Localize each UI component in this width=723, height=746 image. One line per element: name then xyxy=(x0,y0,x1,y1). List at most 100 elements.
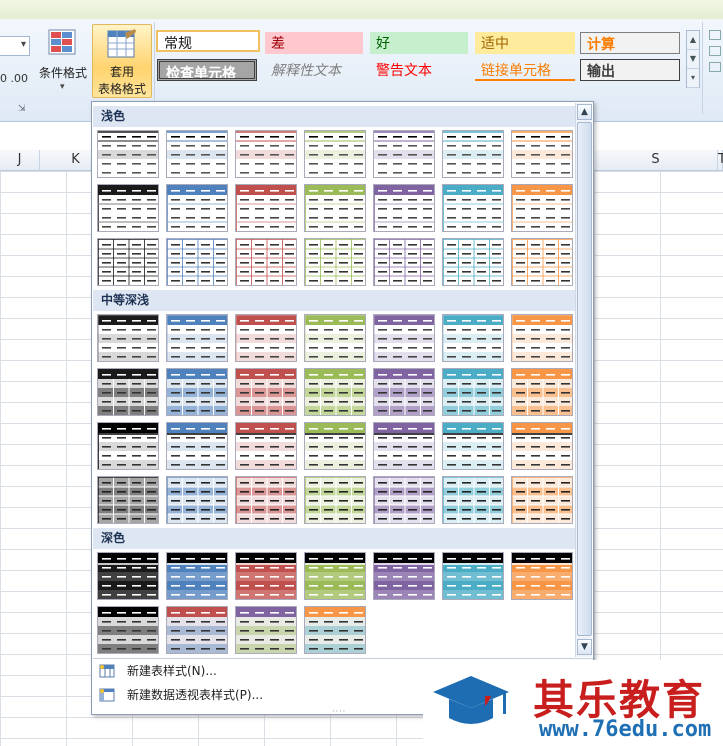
table-style-light-grid-green[interactable] xyxy=(304,238,366,286)
table-style-light-header-orange[interactable] xyxy=(511,184,573,232)
table-style-dark-alt-black[interactable] xyxy=(97,606,159,654)
format-as-table-button[interactable]: 套用 表格格式 xyxy=(92,24,152,98)
chevron-down-icon: ▾ xyxy=(60,82,65,92)
style-good[interactable]: 好 xyxy=(370,32,468,54)
table-style-med-dark-header-blue[interactable] xyxy=(166,422,228,470)
scrollbar-thumb[interactable] xyxy=(577,122,592,636)
conditional-format-button[interactable]: 条件格式 ▾ xyxy=(34,24,92,96)
table-style-dark-full-green[interactable] xyxy=(304,552,366,600)
table-style-med-banded-green[interactable] xyxy=(304,368,366,416)
table-style-med-grid-green[interactable] xyxy=(304,476,366,524)
table-style-light-lines-orange[interactable] xyxy=(511,130,573,178)
scroll-up-icon[interactable]: ▲ xyxy=(687,31,699,50)
table-style-med-grid-black[interactable] xyxy=(97,476,159,524)
dialog-launcher-icon[interactable]: ⇲ xyxy=(18,104,26,114)
table-style-light-grid-aqua[interactable] xyxy=(442,238,504,286)
table-style-med-dark-header-green[interactable] xyxy=(304,422,366,470)
watermark-url: www.76edu.com xyxy=(539,717,712,742)
table-style-light-header-aqua[interactable] xyxy=(442,184,504,232)
column-header-t[interactable]: T xyxy=(718,150,723,171)
style-calculation[interactable]: 计算 xyxy=(580,32,680,54)
table-style-med-dark-header-orange[interactable] xyxy=(511,422,573,470)
table-style-med-dark-header-aqua[interactable] xyxy=(442,422,504,470)
table-style-dark-full-orange[interactable] xyxy=(511,552,573,600)
table-style-med-header-red[interactable] xyxy=(235,314,297,362)
table-style-light-lines-black[interactable] xyxy=(97,130,159,178)
table-style-light-grid-red[interactable] xyxy=(235,238,297,286)
table-style-med-banded-aqua[interactable] xyxy=(442,368,504,416)
section-title-medium: 中等深浅 xyxy=(93,290,575,311)
table-style-med-grid-red[interactable] xyxy=(235,476,297,524)
column-header-j[interactable]: J xyxy=(0,150,40,171)
table-style-light-grid-orange[interactable] xyxy=(511,238,573,286)
table-style-dark-full-blue[interactable] xyxy=(166,552,228,600)
menu-separator xyxy=(93,658,593,659)
table-style-med-grid-orange[interactable] xyxy=(511,476,573,524)
conditional-format-label: 条件格式 xyxy=(38,66,87,80)
table-style-med-banded-red[interactable] xyxy=(235,368,297,416)
table-style-med-banded-orange[interactable] xyxy=(511,368,573,416)
table-style-light-grid-black[interactable] xyxy=(97,238,159,286)
column-header-s[interactable]: S xyxy=(594,150,718,171)
table-style-dark-alt-orange[interactable] xyxy=(304,606,366,654)
decimal-buttons[interactable]: 0 .00 xyxy=(0,72,28,85)
table-style-dark-full-black[interactable] xyxy=(97,552,159,600)
table-style-light-lines-red[interactable] xyxy=(235,130,297,178)
table-style-med-banded-purple[interactable] xyxy=(373,368,435,416)
scroll-down-icon[interactable]: ▼ xyxy=(687,50,699,69)
new-pivot-style-icon xyxy=(99,688,115,702)
table-style-med-header-orange[interactable] xyxy=(511,314,573,362)
style-output[interactable]: 输出 xyxy=(580,59,680,81)
expand-gallery-icon[interactable]: ▾ xyxy=(687,69,699,88)
table-style-light-header-purple[interactable] xyxy=(373,184,435,232)
style-warning[interactable]: 警告文本 xyxy=(370,59,470,81)
resize-grip-icon[interactable]: ···· xyxy=(332,707,346,716)
number-format-dropdown[interactable] xyxy=(0,36,30,56)
table-style-dark-full-aqua[interactable] xyxy=(442,552,504,600)
table-style-med-header-aqua[interactable] xyxy=(442,314,504,362)
table-style-med-banded-blue[interactable] xyxy=(166,368,228,416)
table-style-light-header-blue[interactable] xyxy=(166,184,228,232)
table-style-light-lines-purple[interactable] xyxy=(373,130,435,178)
table-style-light-header-red[interactable] xyxy=(235,184,297,232)
style-gallery-scroller[interactable]: ▲ ▼ ▾ xyxy=(686,30,700,88)
gallery-scrollbar[interactable]: ▲ ▼ xyxy=(575,103,592,657)
table-style-dark-alt-purple[interactable] xyxy=(235,606,297,654)
table-style-dark-alt-red[interactable] xyxy=(166,606,228,654)
table-style-med-header-purple[interactable] xyxy=(373,314,435,362)
table-style-med-grid-aqua[interactable] xyxy=(442,476,504,524)
insert-cells-icons[interactable] xyxy=(707,24,723,104)
table-style-med-grid-purple[interactable] xyxy=(373,476,435,524)
new-pivot-style-label: 新建数据透视表样式(P)... xyxy=(127,688,264,702)
table-style-light-lines-blue[interactable] xyxy=(166,130,228,178)
style-neutral[interactable]: 适中 xyxy=(475,32,575,54)
table-style-icon xyxy=(107,29,136,58)
table-style-light-grid-purple[interactable] xyxy=(373,238,435,286)
style-check-cell[interactable]: 检查单元格 xyxy=(157,59,257,81)
style-normal[interactable]: 常规 xyxy=(156,30,260,52)
scroll-up-icon[interactable]: ▲ xyxy=(577,104,592,120)
format-as-table-label-1: 套用 xyxy=(109,65,134,79)
table-style-med-dark-header-purple[interactable] xyxy=(373,422,435,470)
style-bad[interactable]: 差 xyxy=(265,32,363,54)
table-style-med-banded-black[interactable] xyxy=(97,368,159,416)
table-style-med-header-blue[interactable] xyxy=(166,314,228,362)
table-style-light-lines-green[interactable] xyxy=(304,130,366,178)
table-style-med-header-black[interactable] xyxy=(97,314,159,362)
table-style-dark-full-purple[interactable] xyxy=(373,552,435,600)
table-style-med-dark-header-black[interactable] xyxy=(97,422,159,470)
table-style-light-lines-aqua[interactable] xyxy=(442,130,504,178)
scroll-down-icon[interactable]: ▼ xyxy=(577,639,592,655)
new-table-style-label: 新建表样式(N)... xyxy=(127,664,217,678)
table-style-dark-full-red[interactable] xyxy=(235,552,297,600)
table-style-light-header-green[interactable] xyxy=(304,184,366,232)
table-style-med-grid-blue[interactable] xyxy=(166,476,228,524)
table-style-med-header-green[interactable] xyxy=(304,314,366,362)
graduation-cap-icon xyxy=(433,676,509,724)
table-style-med-dark-header-red[interactable] xyxy=(235,422,297,470)
table-style-light-grid-blue[interactable] xyxy=(166,238,228,286)
table-style-gallery: 浅色 中等深浅 深色 ▲ ▼ 新建表样式(N)... 新建数据透视表样式(P).… xyxy=(91,101,594,716)
table-style-light-header-black[interactable] xyxy=(97,184,159,232)
style-linked-cell[interactable]: 链接单元格 xyxy=(475,59,575,81)
style-explanatory[interactable]: 解释性文本 xyxy=(265,59,365,81)
